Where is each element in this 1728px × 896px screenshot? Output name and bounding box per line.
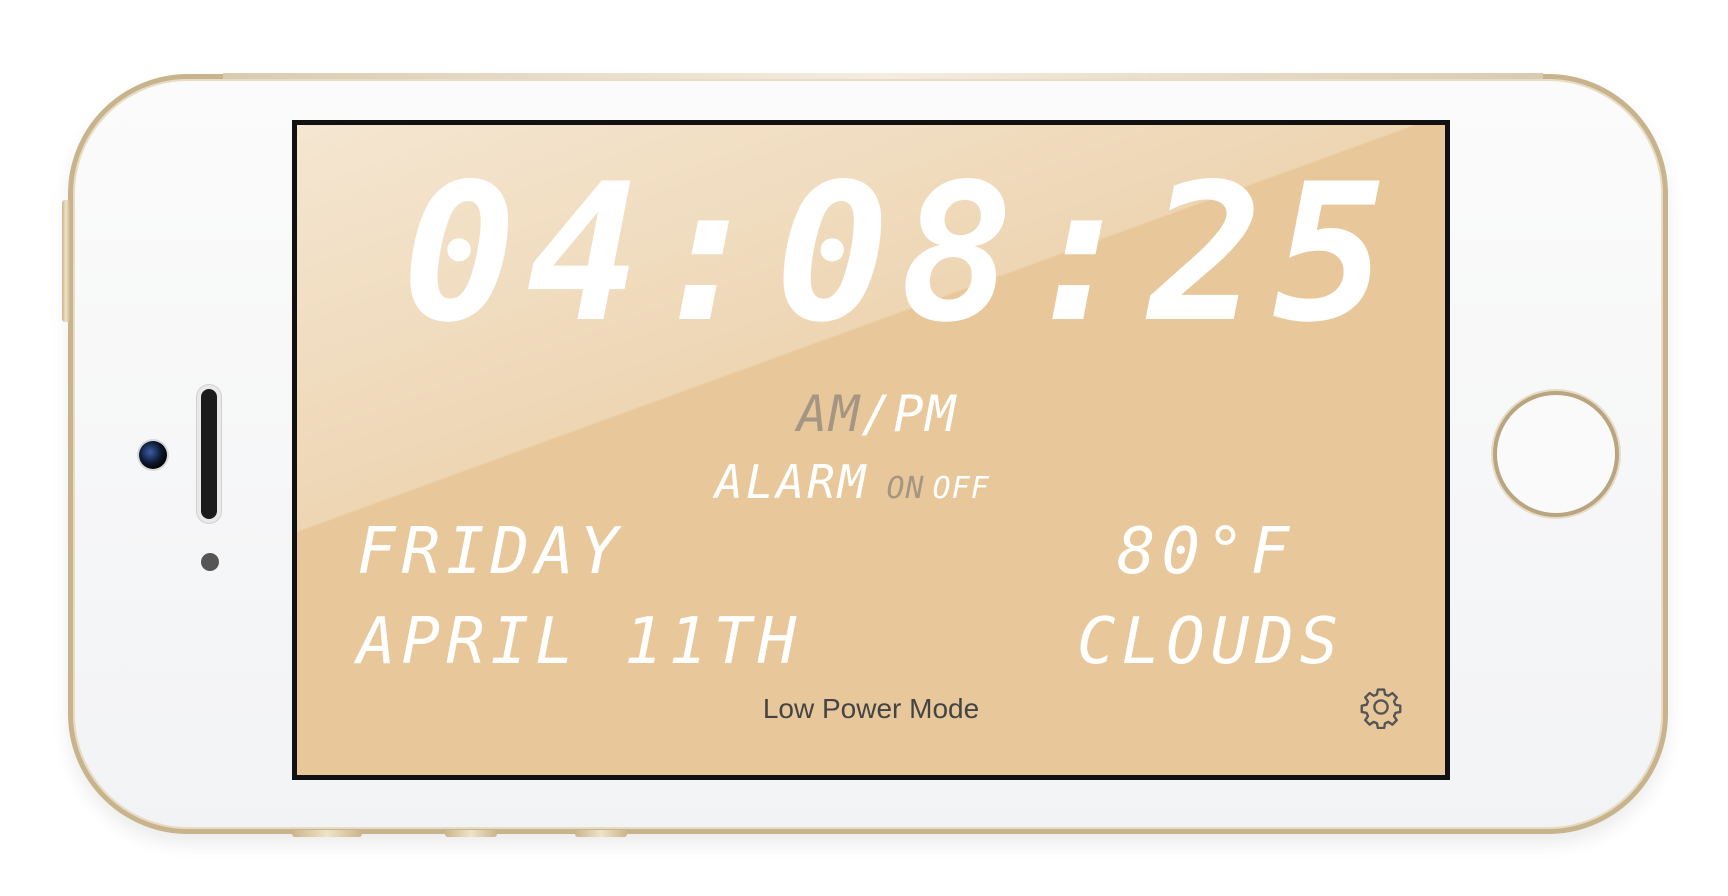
alarm-status[interactable]: ALARM ON OFF (715, 455, 990, 509)
mute-switch (62, 200, 70, 322)
am-indicator: AM (797, 385, 862, 443)
am-pm-indicator: AM/PM (797, 385, 958, 443)
volume-button (292, 830, 362, 837)
volume-button (445, 830, 497, 837)
front-camera (139, 441, 167, 469)
weather-condition-display: CLOUDS (1077, 605, 1345, 679)
alarm-label: ALARM (715, 455, 869, 509)
temperature-display: 80°F (1117, 515, 1296, 589)
date-display: APRIL 11TH (357, 605, 803, 679)
gear-icon[interactable] (1359, 685, 1403, 729)
home-button[interactable] (1493, 391, 1619, 517)
clock-screen: 04:08:25 AM/PM ALARM ON OFF FRIDAY APRIL 1… (292, 120, 1450, 780)
phone-rim (223, 73, 1543, 79)
volume-button (575, 830, 627, 837)
weekday-display: FRIDAY (357, 515, 625, 589)
low-power-mode-button[interactable]: Low Power Mode (297, 693, 1445, 725)
proximity-sensor (201, 553, 219, 571)
am-pm-separator: / (861, 385, 894, 443)
time-display: 04:08:25 (402, 143, 1398, 364)
alarm-off-indicator: OFF (932, 471, 990, 506)
alarm-on-indicator: ON (886, 471, 925, 506)
pm-indicator: PM (893, 385, 958, 443)
earpiece-speaker (201, 389, 217, 519)
